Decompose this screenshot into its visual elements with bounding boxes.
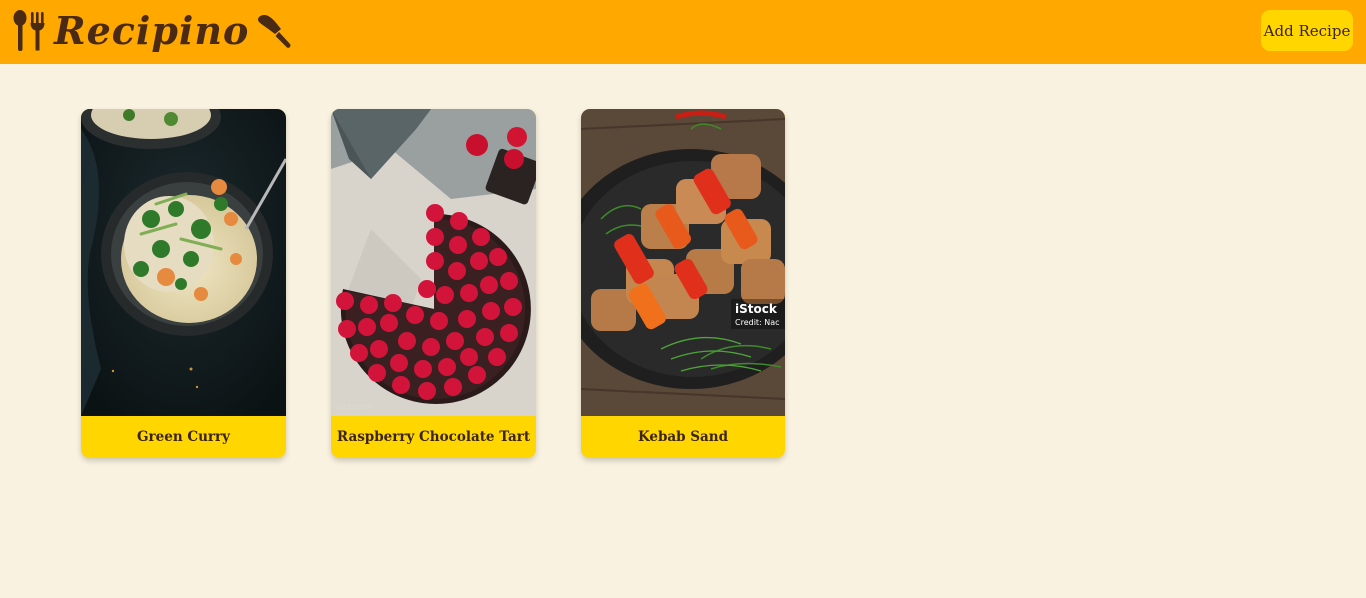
recipe-title: Raspberry Chocolate Tart (331, 416, 536, 458)
istock-watermark: iStock (735, 302, 778, 316)
image-credit: Credit: Nac (735, 318, 780, 327)
spoon-fork-icon (13, 10, 45, 51)
svg-text:eat/dccom: eat/dccom (335, 403, 372, 411)
recipe-image (81, 109, 286, 416)
recipe-card[interactable]: iStock Credit: Nac Kebab Sand (581, 109, 785, 458)
recipe-image: iStock Credit: Nac (581, 109, 785, 416)
app-header: Recipino Add Recipe (0, 0, 1366, 64)
recipe-card[interactable]: eat/dccom Raspberry Chocolate Tart (331, 109, 536, 458)
add-recipe-button[interactable]: Add Recipe (1261, 10, 1353, 51)
app-title: Recipino (54, 8, 250, 53)
brand-logo[interactable]: Recipino (12, 6, 293, 56)
knife-icon (258, 15, 291, 48)
recipe-card[interactable]: Green Curry (81, 109, 286, 458)
recipe-title: Green Curry (81, 416, 286, 458)
recipe-image: eat/dccom (331, 109, 536, 416)
recipe-title: Kebab Sand (581, 416, 785, 458)
